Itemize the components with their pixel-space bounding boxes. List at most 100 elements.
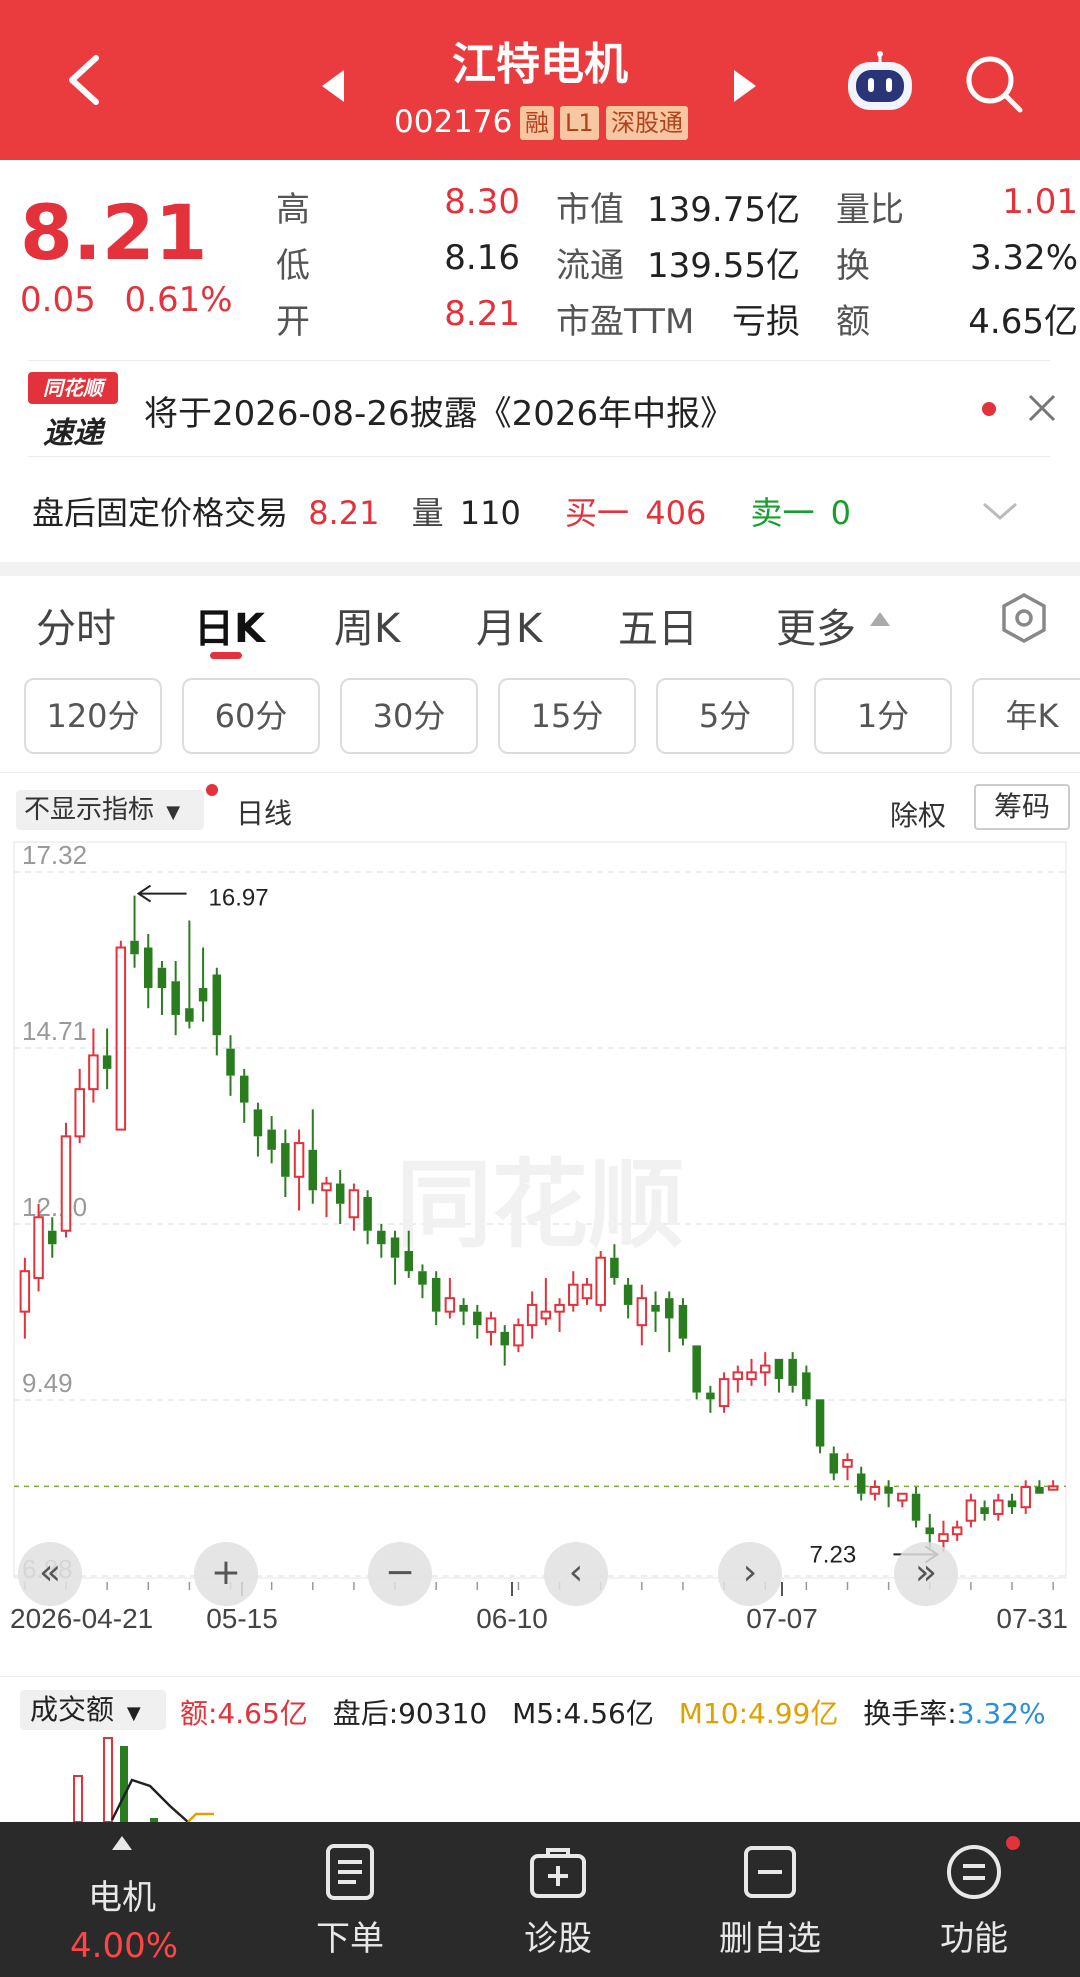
candle-body [788,1358,797,1386]
indicator-dropdown[interactable]: 不显示指标 ▼ [16,790,204,830]
candle-body [185,1008,194,1022]
close-icon[interactable] [1024,390,1060,426]
subtab-year-k[interactable]: 年K [972,678,1080,754]
x-tick-label: 07-07 [746,1603,818,1634]
price-change: 0.05 0.61% [20,280,233,320]
afterhours-vol: 110 [459,494,521,532]
nav-label: 删自选 [719,1919,821,1959]
next-stock-icon[interactable] [730,66,760,106]
tab-more[interactable]: 更多 [776,596,856,654]
search-icon[interactable] [962,52,1026,116]
zoom-out-button[interactable]: − [368,1542,432,1606]
candle-body [48,1230,57,1245]
divider [28,456,1050,457]
nav-label: 功能 [940,1919,1008,1959]
candle-body [485,1317,497,1333]
tab-minute[interactable]: 分时 [36,596,116,654]
sell1-label: 卖一 [750,494,815,532]
settings-hexagon-icon[interactable] [998,592,1050,644]
indicator-dot-icon [206,784,218,796]
nav-label: 下单 [316,1919,384,1959]
tag-connect: 深股通 [606,106,688,140]
volume-m10: M10:4.99亿 [678,1697,839,1730]
candle-body [239,1075,249,1103]
current-price: 8.21 [20,188,208,277]
diagnose-kit-icon [530,1848,586,1898]
subtab-120min[interactable]: 120分 [24,678,162,754]
subtab-60min[interactable]: 60分 [182,678,320,754]
label-amount: 额 [836,302,870,342]
tab-more-arrow-icon [868,608,892,628]
header-bar: 江特电机 002176 融 L1 深股通 [0,0,1080,160]
candle-body [308,1149,318,1191]
scroll-left-button[interactable]: ‹ [544,1542,608,1606]
bottom-nav: 电机 4.00% 下单 诊股 删自选 功能 [0,1822,1080,1977]
candle-body [348,1189,360,1219]
label-high: 高 [276,190,310,230]
logo-top-text: 同花顺 [28,372,118,404]
candle-body [951,1526,963,1536]
candle-body [74,1088,85,1138]
candle-body [102,1055,112,1069]
subtab-1min[interactable]: 1分 [814,678,952,754]
candle-body [404,1250,414,1272]
volume-stats: 额:4.65亿 盘后:90310 M5:4.56亿 M10:4.99亿 换手率:… [180,1692,1046,1732]
subtab-5min[interactable]: 5分 [656,678,794,754]
zoom-in-button[interactable]: + [194,1542,258,1606]
candle-body [692,1345,701,1393]
afterhours-row[interactable]: 盘后固定价格交易 8.21 量 110 买一 406 卖一 0 [32,488,1072,538]
expand-chevron-icon[interactable] [980,496,1020,526]
fast-rewind-button[interactable]: « [18,1542,82,1606]
y-tick-label: 14.71 [22,1016,87,1046]
fast-forward-button[interactable]: » [894,1542,958,1606]
kline-chart[interactable]: 17.3214.7112.109.496.88同花顺16.977.232026-… [0,838,1080,1638]
volume-bar [120,1746,128,1822]
change-percent: 0.61% [124,280,233,320]
value-open: 8.21 [444,294,520,334]
volume-m5: M5:4.56亿 [512,1697,654,1730]
nav-remove-watchlist[interactable]: 删自选 [710,1822,830,1977]
sector-name[interactable]: 电机 [88,1870,156,1919]
label-volume-ratio: 量比 [836,190,904,230]
candle-body [829,1453,839,1474]
volume-bar [73,1775,83,1822]
tab-month-k[interactable]: 月K [476,596,542,654]
subtab-15min[interactable]: 15分 [498,678,636,754]
robot-assistant-icon[interactable] [842,50,918,116]
buy1-label: 买一 [565,494,630,532]
stock-name: 江特电机 [452,39,628,90]
ex-rights-button[interactable]: 除权 [890,794,946,834]
volume-bar [103,1737,113,1822]
candle-body [418,1271,427,1285]
x-tick-label: 05-15 [206,1603,278,1634]
news-banner[interactable]: 同花顺 速递 将于2026-08-26披露《2026年中报》 [28,364,1080,454]
label-low: 低 [276,246,310,286]
afterhours-vol-label: 量 [411,494,444,532]
tab-day-k[interactable]: 日K [194,596,265,654]
min-label: 7.23 [809,1541,856,1568]
volume-amount: 额:4.65亿 [180,1697,308,1730]
candle-body [636,1297,648,1327]
y-tick-label: 9.49 [22,1368,73,1398]
candle-body [33,1216,44,1279]
tab-week-k[interactable]: 周K [334,596,400,654]
tab-five-day[interactable]: 五日 [618,596,698,654]
subtab-30min[interactable]: 30分 [340,678,478,754]
candle-body [856,1473,866,1494]
x-tick-label: 07-31 [996,1603,1068,1634]
nav-place-order[interactable]: 下单 [300,1822,400,1977]
candle-body [884,1486,893,1494]
scroll-right-button[interactable]: › [718,1542,782,1606]
stock-code: 002176 [394,104,513,140]
candle-body [526,1303,538,1327]
volume-dropdown[interactable]: 成交额 ▼ [20,1690,166,1730]
candle-body [815,1399,825,1447]
nav-diagnose[interactable]: 诊股 [508,1822,608,1977]
chips-button[interactable]: 筹码 [974,784,1070,830]
candle-body [390,1237,400,1258]
candle-body [869,1485,881,1495]
line-type-label: 日线 [236,797,293,830]
candle-body [19,1270,31,1313]
remove-watchlist-icon [744,1846,796,1898]
candle-body [1035,1486,1044,1494]
